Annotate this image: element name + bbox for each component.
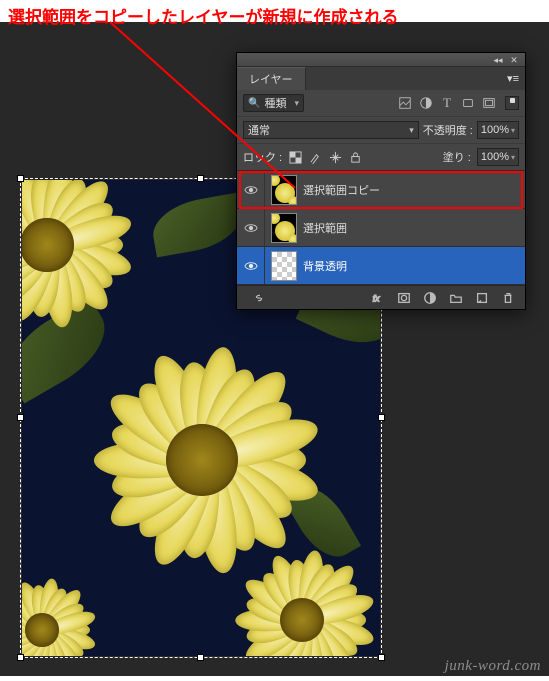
link-layers-icon[interactable] [251, 290, 266, 305]
panel-menu-icon[interactable]: ▾≡ [501, 72, 525, 85]
watermark: junk-word.com [445, 658, 541, 675]
filter-row: 🔍 種類 ▾ T [237, 89, 525, 116]
lock-pixels-icon[interactable] [308, 150, 322, 164]
layer-thumbnail[interactable] [271, 251, 297, 281]
flower [22, 180, 142, 340]
layer-row[interactable]: 背景透明 [237, 247, 525, 285]
layer-thumbnail[interactable] [271, 175, 297, 205]
layer-row[interactable]: 選択範囲コピー [237, 171, 525, 209]
opacity-label: 不透明度 : [423, 122, 473, 138]
layer-mask-icon[interactable] [396, 290, 411, 305]
blend-row: 通常 ▾ 不透明度 : 100% ▾ [237, 116, 525, 143]
panel-footer: fx [237, 285, 525, 309]
layer-row[interactable]: 選択範囲 [237, 209, 525, 247]
filter-type-dropdown[interactable]: 🔍 種類 ▾ [243, 94, 304, 112]
layer-style-icon[interactable]: fx [370, 290, 385, 305]
tab-layers[interactable]: レイヤー [237, 67, 306, 90]
chevron-down-icon: ▾ [511, 153, 515, 162]
adjustment-layer-icon[interactable] [422, 290, 437, 305]
visibility-toggle[interactable] [237, 209, 265, 246]
blend-mode-dropdown[interactable]: 通常 ▾ [243, 121, 419, 139]
group-icon[interactable] [448, 290, 463, 305]
svg-text:fx: fx [372, 293, 379, 303]
fill-input[interactable]: 100% ▾ [477, 148, 519, 166]
filter-text-icon[interactable]: T [439, 95, 455, 111]
delete-layer-icon[interactable] [500, 290, 515, 305]
close-icon[interactable]: ✕ [509, 55, 519, 65]
layer-name[interactable]: 選択範囲コピー [303, 182, 380, 198]
search-icon: 🔍 [248, 98, 260, 109]
opacity-value: 100% [481, 124, 509, 136]
collapse-icon[interactable]: ◂◂ [493, 55, 503, 65]
layers-panel[interactable]: ◂◂ ✕ レイヤー ▾≡ 🔍 種類 ▾ T 通常 ▾ 不透明度 : 100% ▾ [236, 52, 526, 310]
lock-label: ロック : [243, 149, 282, 165]
layer-thumbnail[interactable] [271, 213, 297, 243]
new-layer-icon[interactable] [474, 290, 489, 305]
fill-label: 塗り : [443, 149, 471, 165]
blend-mode-value: 通常 [248, 122, 270, 138]
visibility-toggle[interactable] [237, 247, 265, 284]
lock-all-icon[interactable] [348, 150, 362, 164]
opacity-input[interactable]: 100% ▾ [477, 121, 519, 139]
layer-name[interactable]: 背景透明 [303, 258, 347, 274]
filter-shape-icon[interactable] [460, 95, 476, 111]
annotation-text: 選択範囲をコピーしたレイヤーが新規に作成される [8, 3, 399, 28]
layer-list: 選択範囲コピー 選択範囲 背景透明 [237, 170, 525, 285]
filter-icons: T [397, 95, 497, 111]
chevron-down-icon: ▾ [511, 126, 515, 135]
visibility-toggle[interactable] [237, 171, 265, 208]
chevron-down-icon: ▾ [409, 125, 414, 136]
lock-row: ロック : 塗り : 100% ▾ [237, 143, 525, 170]
layer-name[interactable]: 選択範囲 [303, 220, 347, 236]
panel-tabs: レイヤー ▾≡ [237, 67, 525, 89]
filter-adjust-icon[interactable] [418, 95, 434, 111]
filter-pixel-icon[interactable] [397, 95, 413, 111]
panel-header[interactable]: ◂◂ ✕ [237, 53, 525, 67]
filter-smart-icon[interactable] [481, 95, 497, 111]
filter-type-label: 種類 [264, 95, 286, 111]
flower [22, 570, 102, 656]
lock-position-icon[interactable] [328, 150, 342, 164]
lock-transparency-icon[interactable] [288, 150, 302, 164]
fill-value: 100% [481, 151, 509, 163]
filter-toggle[interactable] [505, 96, 519, 110]
chevron-down-icon: ▾ [294, 98, 299, 109]
